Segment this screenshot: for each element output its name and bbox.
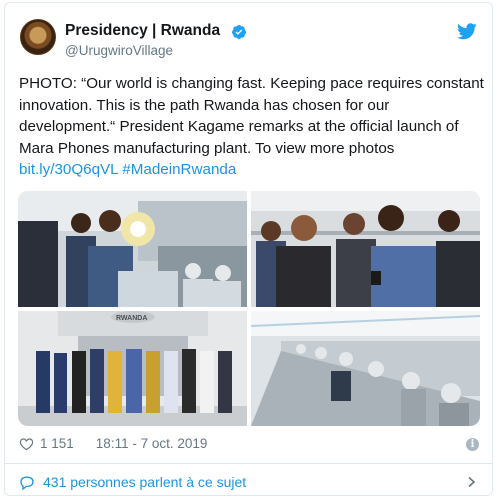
tweet-body: PHOTO: “Our world is changing fast. Keep… xyxy=(19,75,484,157)
divider xyxy=(5,463,492,464)
account-handle[interactable]: @UrugwiroVillage xyxy=(65,43,173,58)
verified-badge-icon xyxy=(232,25,246,39)
account-name[interactable]: Presidency | Rwanda xyxy=(65,22,220,40)
conversation-label: 431 personnes parlent à ce sujet xyxy=(43,474,247,490)
photo-factory-tour[interactable] xyxy=(18,191,247,307)
comment-icon xyxy=(20,476,34,490)
hashtag-link[interactable]: #MadeinRwanda xyxy=(122,161,236,178)
chevron-right-icon[interactable] xyxy=(465,476,477,488)
photo-group-entrance[interactable] xyxy=(18,311,247,426)
avatar[interactable] xyxy=(20,19,56,55)
rwanda-sign: RWANDA xyxy=(116,315,148,322)
tweet-link[interactable]: bit.ly/30Q6qVL xyxy=(19,161,118,178)
twitter-bird-icon[interactable] xyxy=(457,23,477,40)
tweet-meta: 1 151 18:11 - 7 oct. 2019 xyxy=(19,436,207,451)
photo-phone-demo[interactable] xyxy=(251,191,480,307)
tweet-text: PHOTO: “Our world is changing fast. Keep… xyxy=(19,73,484,181)
heart-icon[interactable] xyxy=(19,437,34,451)
like-count[interactable]: 1 151 xyxy=(40,436,74,451)
conversation-link[interactable]: 431 personnes parlent à ce sujet xyxy=(19,474,246,490)
timestamp[interactable]: 18:11 - 7 oct. 2019 xyxy=(96,436,208,451)
tweet-card: Presidency | Rwanda @UrugwiroVillage PHO… xyxy=(4,2,493,496)
photo-grid: RWANDA xyxy=(18,191,480,426)
info-icon[interactable]: i xyxy=(466,438,479,451)
photo-assembly-line[interactable] xyxy=(251,311,480,426)
